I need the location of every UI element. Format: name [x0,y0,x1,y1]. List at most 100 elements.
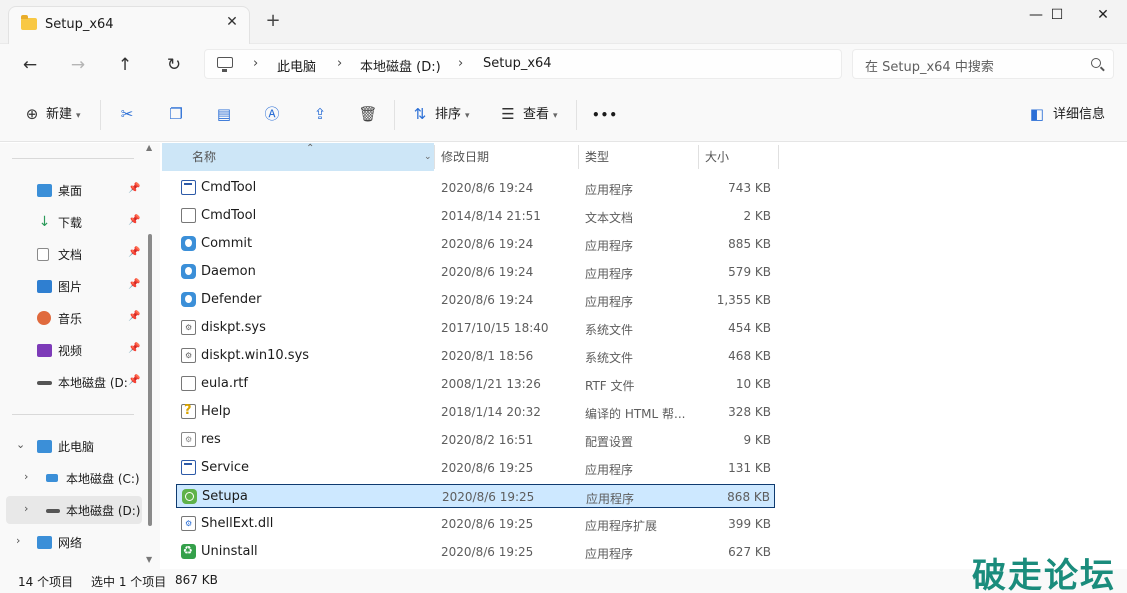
rename-icon[interactable]: Ⓐ [262,104,282,124]
file-date: 2014/8/14 21:51 [441,209,541,223]
delete-icon[interactable]: 🗑 [358,104,378,124]
chevron-right-icon: › [337,56,343,71]
sort-icon: ⇅ [413,105,427,123]
view-button[interactable]: 查看 ▾ [523,102,558,128]
file-size: 399 KB [728,517,771,531]
file-row[interactable]: Uninstall 2020/8/6 19:25 应用程序 627 KB [176,540,775,564]
details-button[interactable]: 详细信息 [1053,102,1105,128]
sidebar-scroll-thumb[interactable] [148,234,152,526]
file-row[interactable]: eula.rtf 2008/1/21 13:26 RTF 文件 10 KB [176,372,775,396]
refresh-button[interactable]: ↻ [160,52,188,78]
chevron-down-icon: ▾ [553,111,558,121]
column-divider[interactable] [778,145,779,169]
search-input[interactable]: 在 Setup_x64 中搜索 [852,49,1114,79]
sidebar-item-label: 文档 [58,248,83,262]
file-date: 2020/8/6 19:25 [441,517,534,531]
pin-icon: 📌 [128,183,141,194]
column-name[interactable]: 名称 ⌃ ⌄ [162,143,434,171]
file-size: 468 KB [728,349,771,363]
exe-icon [181,460,196,475]
file-size: 328 KB [728,405,771,419]
file-row[interactable]: CmdTool 2014/8/14 21:51 文本文档 2 KB [176,204,775,228]
sidebar-item-network[interactable]: › 网络 [6,528,142,556]
column-date[interactable]: 修改日期 [434,143,578,171]
cut-icon[interactable]: ✂ [117,104,137,124]
file-name: Defender [201,292,262,307]
chevron-down-icon[interactable]: ⌄ [16,438,25,451]
tab-close-button[interactable]: ✕ [223,13,241,31]
chevron-right-icon[interactable]: › [16,534,20,547]
file-row[interactable]: Service 2020/8/6 19:25 应用程序 131 KB [176,456,775,480]
scroll-up-icon[interactable]: ▲ [146,143,152,152]
sort-label: 排序 [435,107,462,122]
maximize-button[interactable]: ☐ [1034,0,1080,32]
exe-icon [181,180,196,195]
sidebar-item-documents[interactable]: 文档 📌 [6,240,142,268]
file-size: 579 KB [728,265,771,279]
breadcrumb-this-pc[interactable]: 此电脑 [277,56,316,75]
column-size[interactable]: 大小 [698,143,778,171]
pin-icon: 📌 [128,375,141,386]
share-icon[interactable]: ⇪ [310,104,330,124]
scroll-down-icon[interactable]: ▼ [146,555,152,564]
chevron-down-icon[interactable]: ⌄ [424,143,432,171]
chevron-right-icon: › [253,56,259,71]
address-bar[interactable]: › 此电脑 › 本地磁盘 (D:) › Setup_x64 [204,49,842,79]
file-row[interactable]: Setupa 2020/8/6 19:25 应用程序 868 KB [176,484,775,508]
sidebar-item-music[interactable]: 音乐 📌 [6,304,142,332]
file-name: Help [201,404,231,419]
more-options-button[interactable]: ••• [592,102,618,128]
chevron-right-icon[interactable]: › [24,470,28,483]
file-row[interactable]: ShellExt.dll 2020/8/6 19:25 应用程序扩展 399 KB [176,512,775,536]
watermark-text: 破走论坛 [972,556,1116,593]
chevron-right-icon[interactable]: › [24,502,28,515]
file-row[interactable]: diskpt.win10.sys 2020/8/1 18:56 系统文件 468 KB [176,344,775,368]
sidebar-item-drive-c[interactable]: › 本地磁盘 (C:) [6,464,142,492]
back-button[interactable]: ← [16,52,44,78]
file-row[interactable]: Defender 2020/8/6 19:24 应用程序 1,355 KB [176,288,775,312]
sidebar-item-videos[interactable]: 视频 📌 [6,336,142,364]
paste-icon[interactable]: ▤ [214,104,234,124]
item-count: 14 个项目 [18,575,74,589]
copy-icon[interactable]: ❐ [166,104,186,124]
file-name: Service [201,460,250,475]
music-icon [37,311,51,325]
sidebar-item-label: 网络 [58,536,83,550]
file-name: Setupa [202,489,248,504]
sidebar-item-desktop[interactable]: 桌面 📌 [6,176,142,204]
sidebar-item-pictures[interactable]: 图片 📌 [6,272,142,300]
sidebar-item-label: 本地磁盘 (D:) [66,504,141,518]
file-row[interactable]: Help 2018/1/14 20:32 编译的 HTML 帮... 328 KB [176,400,775,424]
pin-icon: 📌 [128,279,141,290]
file-date: 2017/10/15 18:40 [441,321,549,335]
network-icon [37,536,52,549]
new-button[interactable]: 新建 ▾ [46,102,81,128]
sidebar-divider [12,414,134,415]
file-row[interactable]: CmdTool 2020/8/6 19:24 应用程序 743 KB [176,176,775,200]
close-window-button[interactable]: ✕ [1080,0,1126,32]
file-name: CmdTool [201,208,257,223]
up-button[interactable]: ↑ [111,52,139,78]
pin-icon: 📌 [128,343,141,354]
sidebar-item-this-pc[interactable]: ⌄ 此电脑 [6,432,142,460]
file-row[interactable]: Commit 2020/8/6 19:24 应用程序 885 KB [176,232,775,256]
new-tab-button[interactable]: + [262,10,284,32]
pin-icon: 📌 [128,311,141,322]
file-row[interactable]: Daemon 2020/8/6 19:24 应用程序 579 KB [176,260,775,284]
sidebar-item-drive-d[interactable]: › 本地磁盘 (D:) [6,496,142,524]
sort-button[interactable]: 排序 ▾ [435,102,470,128]
breadcrumb-setup-x64[interactable]: Setup_x64 [483,56,552,71]
column-type[interactable]: 类型 [578,143,698,171]
selection-count: 选中 1 个项目 [91,575,167,589]
breadcrumb-drive-d[interactable]: 本地磁盘 (D:) [360,56,441,75]
window-tab[interactable]: Setup_x64 ✕ [8,6,250,44]
file-row[interactable]: diskpt.sys 2017/10/15 18:40 系统文件 454 KB [176,316,775,340]
file-date: 2020/8/2 16:51 [441,433,534,447]
file-size: 885 KB [728,237,771,251]
forward-button[interactable]: → [64,52,92,78]
sidebar-item-label: 图片 [58,280,83,294]
title-bar: Setup_x64 ✕ + — ☐ ✕ [0,0,1127,44]
sidebar-item-drive-d-pinned[interactable]: 本地磁盘 (D: 📌 [6,368,142,396]
file-row[interactable]: res 2020/8/2 16:51 配置设置 9 KB [176,428,775,452]
sidebar-item-downloads[interactable]: ↓ 下载 📌 [6,208,142,236]
